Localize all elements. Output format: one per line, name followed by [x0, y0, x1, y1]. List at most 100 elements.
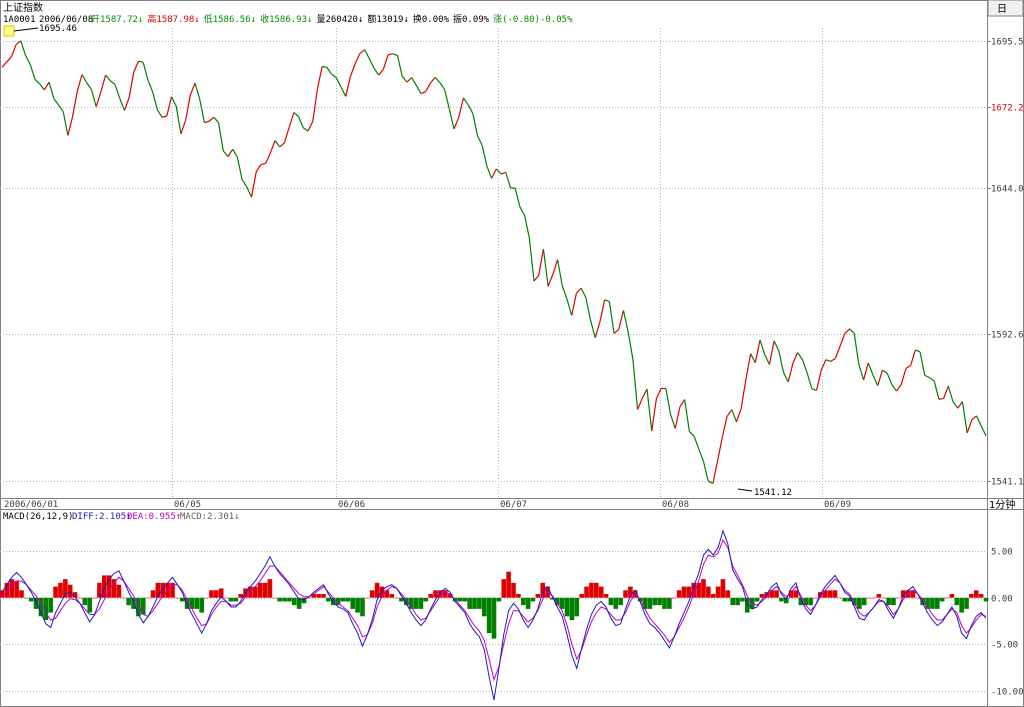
macd-bar [467, 597, 472, 609]
quote-stat: 涨(-0.80)-0.05% [493, 14, 573, 25]
macd-bar [730, 597, 735, 606]
macd-bar [657, 597, 662, 606]
macd-bar [389, 594, 395, 598]
macd-bar [598, 586, 604, 598]
macd-bar [496, 597, 502, 602]
macd-bar [954, 597, 960, 606]
macd-bar [642, 597, 648, 609]
macd-bar [48, 597, 54, 613]
macd-bar [623, 590, 628, 598]
macd-bar [53, 586, 58, 598]
macd-bar [964, 597, 969, 609]
chart-canvas[interactable]: 1695.5 1672.2 1644.0 1592.6 1541.1 2006/06/01… [0, 0, 1024, 707]
macd-bar [428, 594, 433, 598]
macd-bar [881, 597, 887, 599]
macd-bar [793, 590, 799, 598]
macd-dea-value: DEA:0.955↑ [127, 512, 181, 522]
macd-bar [939, 597, 945, 602]
macd-bar [978, 594, 984, 598]
macd-bar [257, 582, 263, 598]
high-marker [3, 25, 15, 37]
macd-bar [340, 597, 346, 602]
macd-bar [871, 597, 877, 599]
macd-bar [111, 579, 117, 598]
macd-bar [706, 586, 711, 598]
macd-bar [662, 597, 667, 609]
macd-bar [525, 597, 531, 609]
macd-bar [886, 597, 891, 606]
macd-bar [876, 594, 882, 598]
macd-macd-value: MACD:2.301↓ [180, 512, 240, 522]
macd-bar [101, 575, 107, 598]
macd-bar [535, 594, 541, 598]
macd-bar [199, 597, 205, 613]
price-tick-label: 1592.6 [991, 331, 1024, 341]
macd-bar [579, 594, 584, 598]
macd-bar [321, 594, 326, 598]
macd-bar [857, 597, 862, 609]
macd-bar [530, 597, 536, 602]
macd-bar [345, 597, 351, 602]
macd-bar [959, 597, 964, 613]
macd-bar [710, 594, 716, 598]
macd-bar [277, 597, 282, 602]
macd-bar [262, 582, 268, 598]
low-label: 1541.12 [754, 488, 792, 498]
macd-bar [589, 582, 594, 598]
period-tab-day[interactable]: 日 [997, 4, 1007, 15]
macd-bar [891, 597, 896, 606]
quote-stat: 低1586.56↓ [204, 13, 256, 25]
macd-bar [701, 579, 706, 598]
macd-bar [282, 597, 287, 602]
macd-bar [930, 597, 935, 609]
macd-bar [233, 597, 239, 602]
macd-bar [754, 597, 760, 602]
macd-bar [82, 597, 88, 606]
macd-bar [574, 597, 580, 617]
macd-bar [564, 597, 570, 617]
macd-bar [194, 597, 200, 609]
macd-bar [681, 586, 687, 598]
macd-bar [116, 584, 122, 598]
macd-bar [97, 582, 102, 598]
period-tab-minute[interactable]: 1分钟 [989, 498, 1015, 511]
macd-bar [413, 597, 419, 609]
background [0, 0, 1024, 707]
macd-bar [67, 584, 73, 598]
macd-bar [87, 597, 92, 613]
macd-bar [365, 597, 370, 599]
macd-bar [676, 590, 682, 598]
macd-bar [647, 597, 653, 609]
macd-bar [934, 597, 940, 609]
macd-bar [725, 590, 731, 598]
macd-bar [769, 590, 774, 598]
date-label: 06/08 [662, 500, 689, 510]
date-label: 06/06 [338, 500, 365, 510]
macd-bar [472, 597, 477, 609]
macd-bar [58, 582, 63, 598]
macd-bar [735, 597, 740, 606]
macd-bar [287, 597, 292, 602]
high-label: 1695.46 [39, 24, 77, 34]
macd-bar [511, 582, 516, 598]
price-segment [322, 65, 327, 68]
price-segment [510, 187, 516, 189]
macd-bar [779, 597, 784, 602]
macd-bar [608, 597, 614, 606]
macd-bar [603, 594, 609, 598]
macd-tick-label: -5.00 [991, 641, 1018, 651]
price-tick-label: 1672.2 [991, 104, 1024, 114]
date-label: 2006/06/01 [4, 500, 58, 510]
macd-bar [238, 594, 243, 598]
macd-bar [19, 590, 24, 598]
macd-bar [28, 597, 34, 602]
macd-bar [477, 597, 482, 609]
macd-bar [949, 594, 955, 598]
macd-bar [189, 597, 195, 609]
macd-bar [350, 597, 356, 609]
date-label: 06/05 [174, 500, 201, 510]
macd-bar [291, 597, 297, 606]
macd-bar [822, 590, 828, 598]
macd-bar [774, 590, 779, 598]
macd-bar [842, 597, 848, 602]
